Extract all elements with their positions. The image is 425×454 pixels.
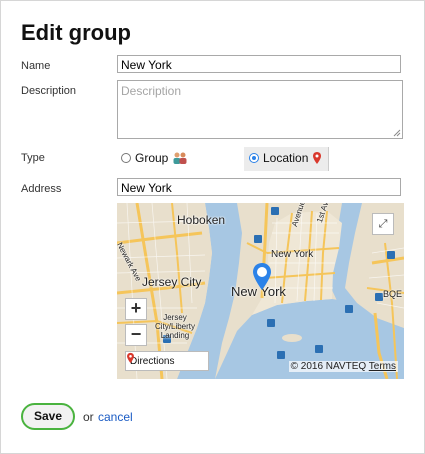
type-option-location[interactable]: Location: [249, 151, 322, 165]
zoom-in-button[interactable]: +: [125, 298, 147, 320]
cancel-link[interactable]: cancel: [98, 410, 133, 424]
map-view[interactable]: Hoboken Jersey City New York New York Je…: [117, 203, 404, 379]
description-textarea[interactable]: Description: [117, 80, 403, 139]
map-label-jersey-city: Jersey City: [142, 275, 202, 289]
type-option-group[interactable]: Group: [121, 151, 188, 165]
or-text: or: [83, 410, 94, 424]
type-label: Type: [21, 152, 45, 164]
map-location-marker-icon[interactable]: [251, 261, 273, 291]
save-button[interactable]: Save: [21, 403, 75, 430]
address-label: Address: [21, 183, 62, 195]
description-placeholder: Description: [121, 84, 182, 98]
map-copyright: © 2016 NAVTEQ Terms: [288, 361, 398, 372]
map-label-hoboken: Hoboken: [177, 213, 226, 227]
location-option-label: Location: [263, 151, 309, 165]
terms-link[interactable]: Terms: [369, 361, 396, 372]
location-radio[interactable]: [249, 153, 259, 163]
map-expand-button[interactable]: ⤢: [372, 213, 394, 235]
group-radio[interactable]: [121, 153, 131, 163]
name-input[interactable]: New York: [117, 55, 401, 73]
map-label-jc-liberty: Jersey City/Liberty Landing: [155, 313, 196, 340]
name-label: Name: [21, 60, 51, 72]
directions-label: Directions: [130, 355, 175, 367]
group-people-icon: [173, 152, 187, 164]
group-option-label: Group: [135, 151, 169, 165]
directions-pin-icon: [127, 352, 134, 364]
map-label-new-york-small: New York: [271, 249, 314, 260]
address-input[interactable]: New York: [117, 178, 401, 196]
page-title: Edit group: [21, 20, 131, 45]
description-label: Description: [21, 85, 77, 97]
copyright-text: © 2016 NAVTEQ: [290, 361, 367, 372]
location-pin-icon: [313, 152, 322, 164]
expand-icon: ⤢: [378, 218, 388, 230]
directions-button[interactable]: Directions: [125, 351, 209, 371]
map-label-bqe: BQE: [383, 289, 403, 299]
zoom-out-button[interactable]: −: [125, 324, 147, 346]
resize-handle-icon[interactable]: [393, 129, 401, 137]
